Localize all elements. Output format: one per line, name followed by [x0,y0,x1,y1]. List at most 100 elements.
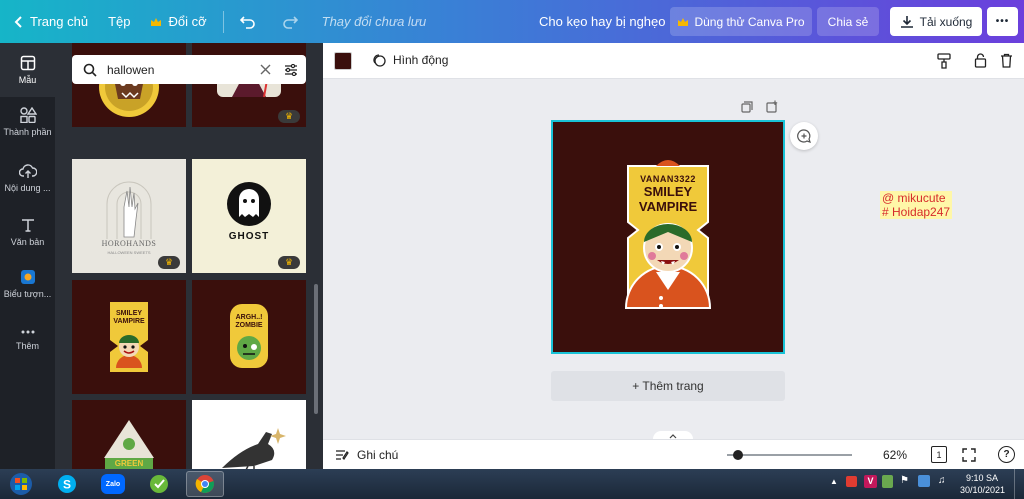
background-color-swatch[interactable] [334,52,352,70]
top-bar: Trang chủ Tệp Đổi cỡ Thay đổi chưa lưu C… [0,0,1024,43]
add-page-icon[interactable] [766,100,779,113]
notes-label: Ghi chú [357,448,399,462]
redo-icon [282,15,298,29]
page-brand-text[interactable]: VANAN3322 [553,174,783,184]
pro-crown-badge: ♛ [278,256,300,269]
rail-label: Biểu tượn... [3,289,52,299]
brand-logo-icon [20,270,35,284]
show-desktop-button[interactable] [1014,469,1024,499]
template-thumbnail[interactable]: ARGH..! ZOMBIE [192,280,306,394]
rail-item-elements[interactable]: Thành phần [0,107,55,137]
taskbar-chrome[interactable] [186,471,224,497]
network-icon[interactable] [918,475,930,487]
unsaved-status: Thay đổi chưa lưu [321,14,427,29]
tray-language-indicator[interactable]: V [864,475,877,488]
undo-button[interactable] [230,0,272,43]
filter-icon[interactable] [284,63,298,76]
redo-button[interactable] [272,0,314,43]
template-search[interactable]: hallowen [72,55,306,84]
page-heading-line1[interactable]: SMILEY [553,184,783,199]
horohands-subtitle: HALLOWEEN SWEETS [107,250,151,255]
share-label: Chia sẻ [827,14,869,29]
tray-shield-icon[interactable] [882,475,893,488]
file-label: Tệp [108,14,131,29]
clock-date: 30/10/2021 [960,485,1006,495]
home-label: Trang chủ [30,14,89,29]
template-thumbnail[interactable]: GREEN [72,400,186,469]
watermark-line: # Hoidap247 [880,205,953,219]
taskbar-app[interactable] [140,471,178,497]
add-comment-button[interactable] [790,122,818,150]
canva-window: Trang chủ Tệp Đổi cỡ Thay đổi chưa lưu C… [0,0,1024,499]
app-icon [150,475,168,493]
system-clock[interactable]: 9:10 SA 30/10/2021 [960,472,1006,496]
ellipsis-icon [21,330,34,334]
taskbar-zalo[interactable]: Zalo [94,471,132,497]
rail-label: Nội dung ... [4,183,51,193]
notes-button[interactable]: Ghi chú [335,448,398,462]
start-button[interactable] [2,471,40,497]
template-thumbnail[interactable]: SMILEY VAMPIRE [72,280,186,394]
taskbar-skype[interactable]: S [48,471,86,497]
trash-icon[interactable] [1000,53,1013,68]
rail-item-uploads[interactable]: Nội dung ... [0,163,55,193]
volume-icon[interactable]: ♫ [938,475,946,486]
thumb-text: SMILEY [115,310,143,317]
thumb-text: ARGH..! [235,314,263,321]
rail-item-logos[interactable]: Biểu tượn... [0,269,55,299]
crown-icon [151,17,162,26]
templates-panel: ♛ HOROHANDS HALLOWEEN SWEETS ♛ GHOST ♛ S… [55,43,323,469]
animation-icon [373,54,386,67]
pro-crown-badge: ♛ [158,256,180,269]
notes-icon [336,450,349,460]
crown-icon [678,17,689,26]
flag-icon[interactable]: ⚑ [900,475,909,486]
format-painter-icon[interactable] [937,53,951,69]
rail-item-templates[interactable]: Mẫu [0,43,55,97]
zoom-slider-handle[interactable] [732,450,743,460]
rail-label: Văn bản [10,237,45,247]
zoom-slider[interactable] [727,450,852,460]
lock-icon[interactable] [974,53,987,68]
page-heading-line2[interactable]: VAMPIRE [553,199,783,214]
zombie-badge-illustration [230,304,268,368]
tray-app-icon[interactable] [846,476,857,487]
chrome-icon [195,475,214,493]
left-rail: Mẫu Thành phần Nội dung ... Văn bản Biểu… [0,43,55,469]
shapes-icon [19,107,37,123]
thumb-text: ZOMBIE [235,322,263,329]
animate-button[interactable]: Hình động [372,53,448,67]
search-input[interactable]: hallowen [107,63,260,77]
panel-scrollbar[interactable] [314,284,318,414]
help-button[interactable]: ? [998,446,1015,463]
template-thumbnail[interactable]: GHOST ♛ [192,159,306,273]
template-thumbnail[interactable]: HOROHANDS HALLOWEEN SWEETS ♛ [72,159,186,273]
rail-item-text[interactable]: Văn bản [0,217,55,247]
cloud-upload-icon [18,164,37,178]
zoom-level[interactable]: 62% [883,448,907,462]
design-title[interactable]: Cho kẹo hay bị nghẹo [539,14,665,29]
resize-button[interactable]: Đổi cỡ [140,0,216,43]
add-page-button[interactable]: + Thêm trang [551,371,785,401]
clear-icon[interactable] [260,64,271,75]
page-count: 1 [936,449,942,460]
template-thumbnail[interactable] [192,400,306,469]
tray-arrow-icon[interactable]: ▲ [830,477,838,486]
share-button[interactable]: Chia sẻ [817,7,879,36]
try-pro-button[interactable]: Dùng thử Canva Pro [670,7,812,36]
thumb-text: VAMPIRE [113,318,145,325]
home-button[interactable]: Trang chủ [0,0,98,43]
more-icon: ••• [995,16,1010,27]
page-count-button[interactable]: 1 [931,446,947,463]
duplicate-page-icon[interactable] [741,101,753,113]
more-options-button[interactable]: ••• [987,7,1018,36]
fullscreen-icon[interactable] [962,448,976,462]
file-menu[interactable]: Tệp [98,0,140,43]
rail-item-more[interactable]: Thêm [0,327,55,351]
vampire-badge-illustration [110,302,148,372]
text-icon [21,219,34,232]
download-button[interactable]: Tải xuống [890,7,982,36]
design-page[interactable]: VANAN3322 SMILEY VAMPIRE [551,120,785,354]
comment-add-icon [797,129,811,143]
zalo-label: Zalo [105,480,121,488]
